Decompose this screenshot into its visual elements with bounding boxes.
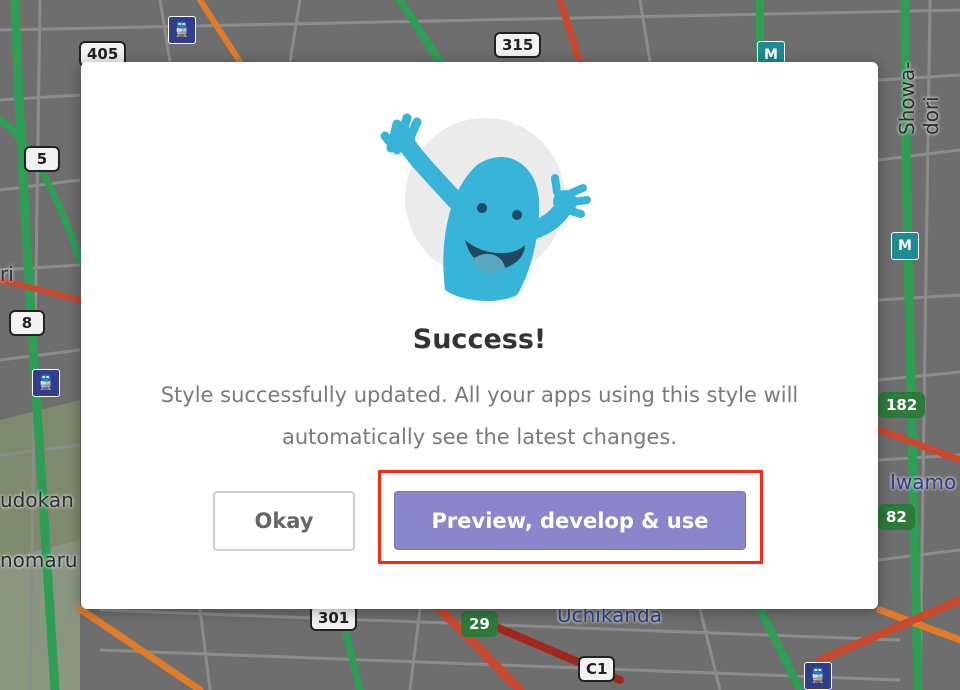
route-shield-5: 5: [24, 146, 60, 172]
route-shield-c1: C1: [578, 656, 616, 682]
route-shield-82: 82: [878, 504, 915, 530]
route-shield-8: 8: [9, 310, 45, 336]
dialog-title: Success!: [412, 324, 547, 355]
train-icon[interactable]: 🚆: [804, 662, 832, 690]
metro-icon[interactable]: M: [891, 232, 919, 260]
route-shield-29: 29: [461, 611, 498, 637]
map-label-udokan: udokan: [0, 488, 74, 512]
train-icon[interactable]: 🚆: [168, 16, 196, 44]
map-label-iwamo: Iwamo: [890, 470, 957, 494]
success-dialog: Success! Style successfully updated. All…: [81, 62, 878, 609]
route-shield-182: 182: [878, 392, 926, 418]
okay-button[interactable]: Okay: [213, 491, 355, 551]
map-label-nomaru: nomaru: [0, 548, 78, 572]
preview-develop-use-button[interactable]: Preview, develop & use: [394, 491, 746, 550]
map-label-showa-dori: Showa-dori: [895, 61, 943, 135]
mascot-illustration: [377, 90, 597, 310]
train-icon[interactable]: 🚆: [32, 369, 60, 397]
map-label-ri: ri: [0, 262, 14, 286]
dialog-message: Style successfully updated. All your app…: [160, 383, 799, 449]
route-shield-315: 315: [494, 32, 542, 58]
